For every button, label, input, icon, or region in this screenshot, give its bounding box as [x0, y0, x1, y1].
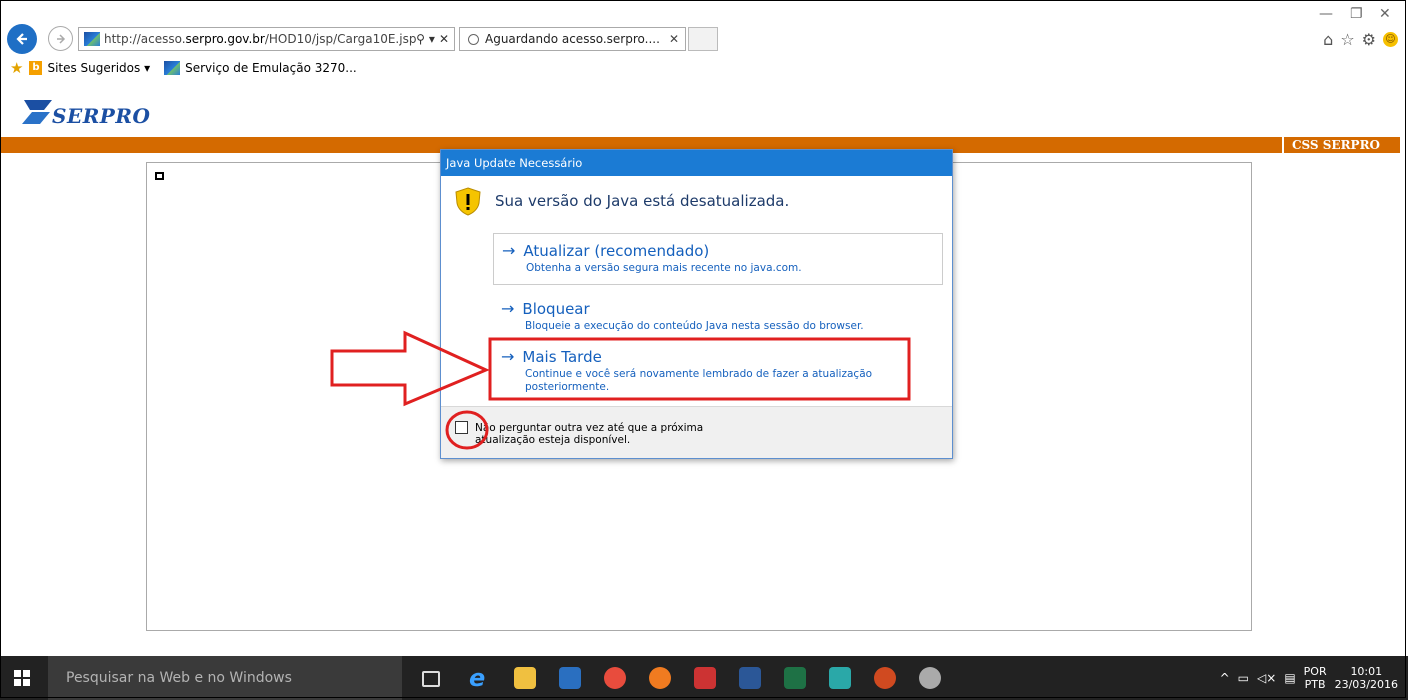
clock-date: 23/03/2016	[1334, 678, 1398, 691]
chevron-up-icon[interactable]: ^	[1220, 671, 1230, 685]
excel-icon[interactable]	[784, 667, 806, 689]
reader-icon[interactable]	[694, 667, 716, 689]
edge-browser-icon[interactable]: e	[469, 666, 491, 690]
tab-title: Aguardando acesso.serpro....	[485, 32, 660, 46]
notifications-icon[interactable]: ▤	[1284, 671, 1295, 685]
java-update-dialog: Java Update Necessário Sua versão do Jav…	[440, 149, 953, 459]
back-arrow-icon	[16, 33, 27, 45]
dialog-footer: Não perguntar outra vez até que a próxim…	[441, 406, 952, 458]
windows-taskbar: Pesquisar na Web e no Windows e ^ ▭ ◁× ▤…	[0, 656, 1408, 700]
app-icon[interactable]	[874, 667, 896, 689]
language-code: POR	[1303, 665, 1327, 678]
close-window-button[interactable]: ✕	[1379, 6, 1391, 22]
fav-sites-sugeridos[interactable]: Sites Sugeridos ▾	[47, 61, 150, 75]
favorites-star-icon[interactable]: ☆	[1340, 30, 1354, 49]
dont-ask-label: Não perguntar outra vez até que a próxim…	[475, 422, 704, 446]
bing-icon: b	[29, 61, 43, 75]
arrow-right-icon: →	[501, 347, 515, 366]
warning-shield-icon	[455, 187, 481, 216]
firefox-icon[interactable]	[649, 667, 671, 689]
dialog-message: Sua versão do Java está desatualizada.	[495, 192, 790, 210]
update-option[interactable]: → Atualizar (recomendado) Obtenha a versã…	[493, 233, 943, 285]
option-title: Bloquear	[522, 300, 590, 318]
forward-button[interactable]	[48, 26, 73, 51]
back-button[interactable]	[7, 24, 37, 54]
block-option[interactable]: → Bloquear Bloqueie a execução do conteúd…	[493, 292, 943, 333]
new-tab-button[interactable]	[688, 27, 718, 51]
serpro-logo: SERPRO	[20, 96, 150, 128]
favorites-bar: ★ b Sites Sugeridos ▾ Serviço de Emulaçã…	[0, 58, 357, 78]
clock-time: 10:01	[1350, 665, 1383, 678]
site-favicon-icon	[164, 61, 181, 75]
serpro-logo-mark-icon	[22, 100, 52, 124]
paint-icon[interactable]	[919, 667, 941, 689]
option-description: Bloqueie a execução do conteúdo Java nes…	[525, 320, 864, 332]
forward-arrow-icon	[56, 33, 65, 44]
fav-servico-emulacao[interactable]: Serviço de Emulação 3270...	[185, 61, 357, 75]
applet-placeholder-icon	[155, 172, 164, 180]
option-description: Continue e você será novamente lembrado …	[525, 368, 873, 393]
later-option[interactable]: → Mais Tarde Continue e você será novamen…	[493, 340, 943, 394]
language-indicator[interactable]: POR PTB	[1304, 665, 1327, 691]
address-url[interactable]: http://acesso.serpro.gov.br/HOD10/jsp/Ca…	[104, 32, 416, 46]
browser-chrome: http://acesso.serpro.gov.br/HOD10/jsp/Ca…	[0, 0, 1408, 85]
network-icon[interactable]: ▭	[1238, 671, 1249, 685]
dialog-title: Java Update Necessário	[441, 150, 952, 176]
file-explorer-icon[interactable]	[514, 667, 536, 689]
word-icon[interactable]	[739, 667, 761, 689]
search-icon[interactable]: ⚲	[416, 32, 425, 46]
restore-button[interactable]: ❐	[1350, 6, 1363, 22]
browser-tab[interactable]: Aguardando acesso.serpro.... ✕	[459, 27, 686, 51]
task-view-icon[interactable]	[422, 671, 440, 687]
chrome-icon[interactable]	[604, 667, 626, 689]
windows-start-icon[interactable]	[14, 670, 30, 686]
site-favicon-icon	[84, 32, 100, 46]
loading-icon	[468, 33, 479, 45]
stop-icon[interactable]: ✕	[439, 32, 449, 46]
add-favorites-icon[interactable]: ★	[10, 59, 23, 77]
store-icon[interactable]	[559, 667, 581, 689]
gear-icon[interactable]: ⚙	[1362, 30, 1376, 49]
arrow-right-icon: →	[502, 241, 516, 260]
home-icon[interactable]: ⌂	[1323, 30, 1333, 49]
keyboard-layout: PTB	[1304, 678, 1326, 691]
clock[interactable]: 10:01 23/03/2016	[1335, 665, 1398, 691]
system-tray: ^ ▭ ◁× ▤ POR PTB 10:01 23/03/2016	[1220, 656, 1398, 700]
volume-icon[interactable]: ◁×	[1257, 671, 1276, 685]
dropdown-icon[interactable]: ▾	[429, 32, 435, 46]
taskbar-search-box[interactable]: Pesquisar na Web e no Windows	[48, 656, 402, 700]
tab-close-icon[interactable]: ✕	[663, 32, 685, 46]
feedback-smiley-icon[interactable]: ☺	[1383, 32, 1398, 47]
logo-text: SERPRO	[52, 104, 151, 128]
minimize-button[interactable]: —	[1319, 6, 1333, 22]
option-description: Obtenha a versão segura mais recente no …	[526, 262, 802, 274]
address-bar[interactable]: http://acesso.serpro.gov.br/HOD10/jsp/Ca…	[78, 27, 455, 51]
option-title: Mais Tarde	[522, 348, 602, 366]
css-serpro-badge: CSS SERPRO	[1281, 137, 1388, 153]
dont-ask-checkbox[interactable]	[455, 421, 468, 434]
option-title: Atualizar (recomendado)	[523, 242, 710, 260]
app-icon[interactable]	[829, 667, 851, 689]
arrow-right-icon: →	[501, 299, 515, 318]
